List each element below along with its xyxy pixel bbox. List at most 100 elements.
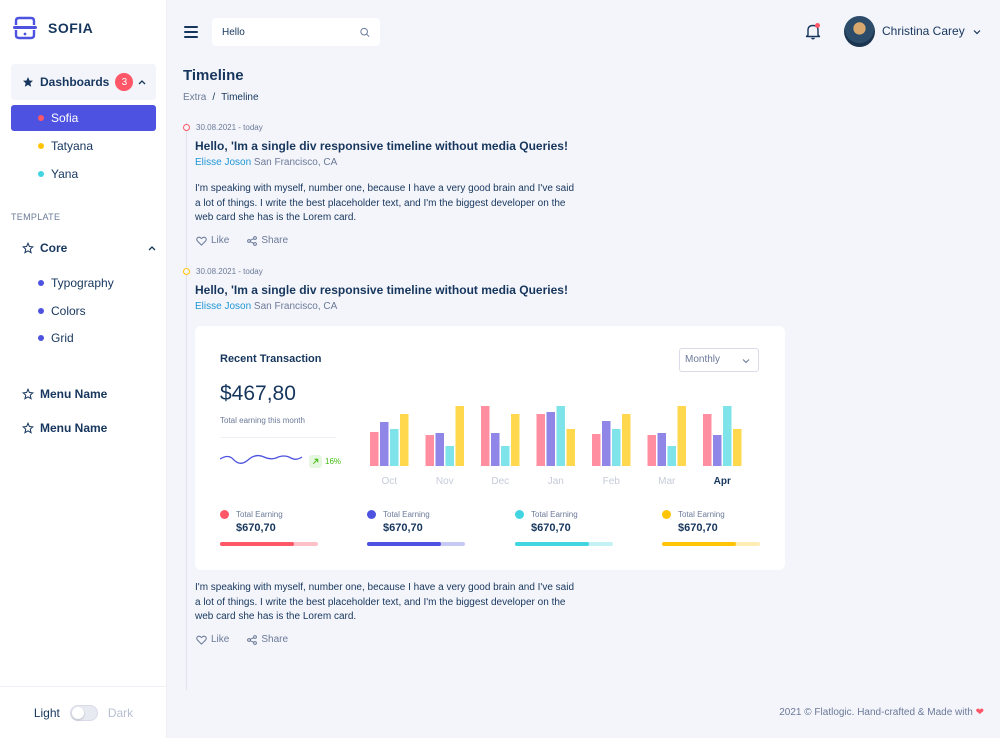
legend-value: $670,70 bbox=[531, 522, 571, 534]
bar-dec-4 bbox=[511, 414, 520, 466]
author-link[interactable]: Elisse Joson bbox=[195, 301, 251, 312]
star-outline-icon bbox=[22, 242, 34, 254]
footer: 2021 © Flatlogic. Hand-crafted & Made wi… bbox=[779, 707, 984, 718]
timeline-actions: Like Share bbox=[196, 235, 288, 246]
breadcrumb-item-extra[interactable]: Extra bbox=[183, 92, 206, 103]
user-name[interactable]: Christina Carey bbox=[882, 24, 965, 38]
legend-label: Total Earning bbox=[383, 510, 430, 519]
divider bbox=[220, 437, 336, 438]
like-label: Like bbox=[211, 634, 230, 645]
chevron-down-icon bbox=[742, 359, 750, 364]
sidebar-item-typography[interactable]: Typography bbox=[11, 270, 156, 296]
sidebar-item-yana[interactable]: Yana bbox=[11, 161, 156, 187]
bar-oct-4 bbox=[400, 414, 409, 466]
bar-jan-3 bbox=[556, 406, 565, 466]
sidebar-item-label: Yana bbox=[51, 167, 79, 181]
timeline-author: Elisse Joson San Francisco, CA bbox=[195, 301, 337, 312]
sidebar-item-label: Colors bbox=[51, 304, 86, 318]
bar-nov-4 bbox=[455, 406, 464, 466]
sidebar-item-menu-name-2[interactable]: Menu Name bbox=[22, 418, 156, 438]
bar-feb-2 bbox=[602, 421, 611, 466]
period-select[interactable]: Monthly bbox=[679, 348, 759, 372]
x-tick-label: Nov bbox=[436, 476, 454, 487]
sidebar-item-grid[interactable]: Grid bbox=[11, 325, 156, 351]
sidebar-item-label: Dashboards bbox=[40, 75, 110, 89]
bar-jan-4 bbox=[566, 429, 575, 466]
progress-bar bbox=[220, 542, 318, 546]
timeline-actions: Like Share bbox=[196, 634, 288, 645]
sidebar-item-label: Sofia bbox=[51, 111, 79, 125]
bar-nov-1 bbox=[425, 435, 434, 466]
bar-oct-3 bbox=[390, 429, 399, 466]
star-outline-icon bbox=[22, 422, 34, 434]
notifications-bell-icon[interactable] bbox=[805, 22, 821, 40]
author-link[interactable]: Elisse Joson bbox=[195, 157, 251, 168]
legend-dot-icon bbox=[367, 510, 376, 519]
legend-total-earning-red: Total Earning $670,70 bbox=[220, 510, 318, 546]
total-amount-label: Total earning this month bbox=[220, 416, 305, 425]
bar-oct-1 bbox=[370, 432, 379, 466]
bar-feb-3 bbox=[612, 429, 621, 466]
chevron-up-icon[interactable] bbox=[146, 242, 158, 254]
card-title: Recent Transaction bbox=[220, 353, 322, 365]
timeline-body: I'm speaking with myself, number one, be… bbox=[195, 183, 575, 223]
bar-mar-2 bbox=[657, 433, 666, 466]
sidebar-item-core[interactable]: Core bbox=[22, 238, 156, 258]
timeline-author: Elisse Joson San Francisco, CA bbox=[195, 157, 337, 168]
timeline-heading: Hello, 'Im a single div responsive timel… bbox=[195, 283, 568, 297]
theme-switcher: Light Dark bbox=[0, 686, 167, 738]
share-button[interactable]: Share bbox=[247, 235, 288, 246]
hamburger-menu-icon[interactable] bbox=[184, 26, 198, 38]
x-tick-label: Feb bbox=[603, 476, 621, 487]
bar-nov-2 bbox=[435, 433, 444, 466]
sidebar-item-menu-name-1[interactable]: Menu Name bbox=[22, 384, 156, 404]
bar-dec-1 bbox=[481, 406, 490, 466]
brand-name: SOFIA bbox=[48, 20, 94, 36]
bullet-dot-icon bbox=[38, 115, 44, 121]
theme-toggle[interactable] bbox=[69, 704, 98, 721]
progress-fill bbox=[367, 542, 441, 546]
trend-indicator: 16% bbox=[309, 455, 341, 468]
heart-icon: ❤ bbox=[975, 707, 984, 718]
like-button[interactable]: Like bbox=[196, 634, 229, 645]
progress-fill bbox=[662, 542, 736, 546]
timeline-marker bbox=[183, 124, 190, 131]
arrow-up-right-icon bbox=[309, 455, 322, 468]
sidebar-item-label: Typography bbox=[51, 276, 114, 290]
timeline-date: 30.08.2021 - today bbox=[196, 267, 263, 276]
sidebar: SOFIA Dashboards 3 Sofia Tatyana Yana TE… bbox=[0, 0, 167, 738]
sidebar-item-sofia[interactable]: Sofia bbox=[11, 105, 156, 131]
share-button[interactable]: Share bbox=[247, 634, 288, 645]
bullet-dot-icon bbox=[38, 335, 44, 341]
sidebar-item-label: Tatyana bbox=[51, 139, 94, 153]
breadcrumb-item-current: Timeline bbox=[221, 92, 259, 103]
logo[interactable]: SOFIA bbox=[12, 14, 93, 42]
bullet-dot-icon bbox=[38, 280, 44, 286]
bar-mar-3 bbox=[667, 446, 676, 466]
x-tick-label: Jan bbox=[548, 476, 564, 487]
search-icon[interactable] bbox=[360, 27, 370, 38]
star-filled-icon bbox=[23, 77, 33, 87]
search-input[interactable] bbox=[222, 26, 352, 38]
bullet-dot-icon bbox=[38, 171, 44, 177]
legend-value: $670,70 bbox=[236, 522, 276, 534]
sidebar-item-label: Core bbox=[40, 241, 68, 255]
user-avatar[interactable] bbox=[844, 16, 875, 47]
legend-dot-icon bbox=[220, 510, 229, 519]
sofia-logo-icon bbox=[13, 16, 37, 40]
footer-text: 2021 © Flatlogic. Hand-crafted & Made wi… bbox=[779, 707, 973, 718]
sidebar-item-colors[interactable]: Colors bbox=[11, 298, 156, 324]
share-icon bbox=[247, 634, 258, 645]
trend-value: 16% bbox=[325, 457, 342, 466]
chevron-down-icon[interactable] bbox=[972, 27, 982, 37]
like-button[interactable]: Like bbox=[196, 235, 229, 246]
bar-apr-3 bbox=[723, 406, 732, 466]
sidebar-item-tatyana[interactable]: Tatyana bbox=[11, 133, 156, 159]
heart-icon bbox=[196, 635, 207, 645]
chevron-up-icon[interactable] bbox=[136, 76, 148, 88]
bar-jan-1 bbox=[536, 414, 545, 466]
legend-total-earning-blue: Total Earning $670,70 bbox=[367, 510, 465, 546]
sidebar-item-dashboards[interactable]: Dashboards 3 bbox=[11, 64, 156, 100]
bar-mar-1 bbox=[647, 435, 656, 466]
star-outline-icon bbox=[22, 388, 34, 400]
